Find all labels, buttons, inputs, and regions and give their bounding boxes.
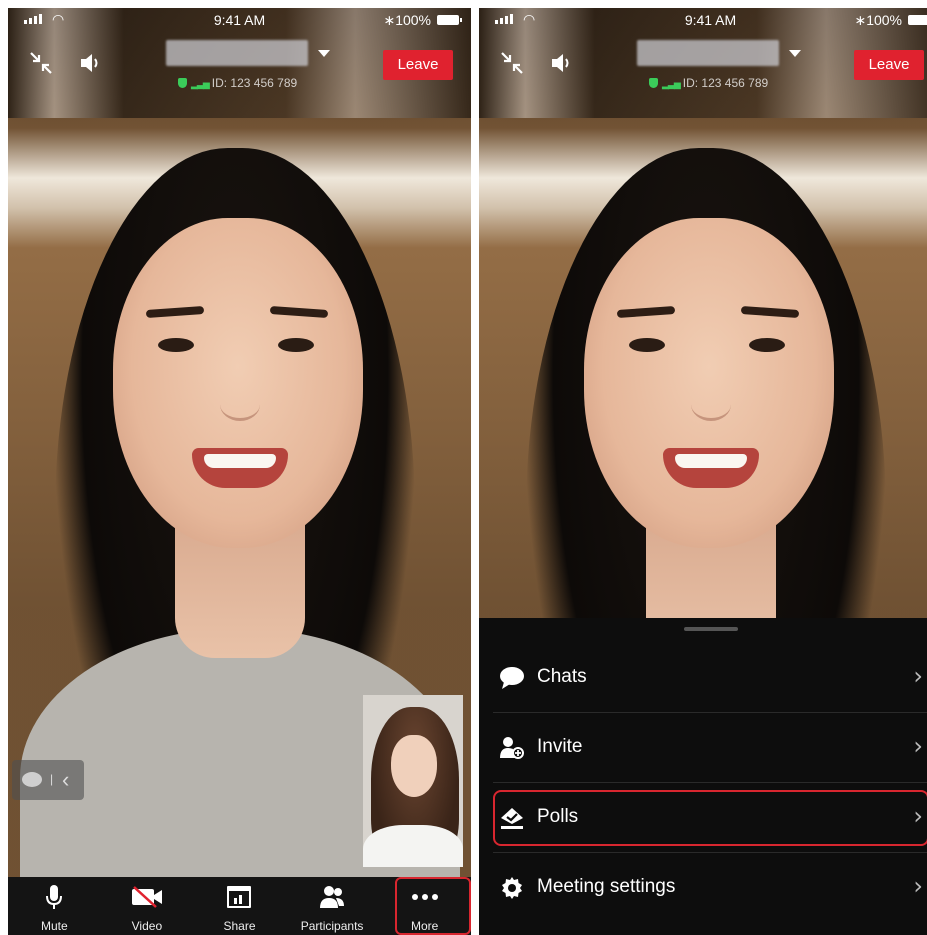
battery-icon	[908, 15, 927, 25]
meeting-id: ▂▃▅ ID: 123 456 789	[178, 76, 297, 90]
video-button[interactable]: Video	[101, 877, 194, 935]
remote-participant-face	[583, 218, 834, 548]
mute-button[interactable]: Mute	[8, 877, 101, 935]
eye	[278, 338, 314, 352]
divider	[493, 852, 927, 853]
menu-item-label: Chats	[537, 666, 587, 687]
share-button[interactable]: Share	[193, 877, 286, 935]
share-screen-icon	[193, 883, 286, 911]
leave-button[interactable]: Leave	[383, 50, 453, 80]
eye	[629, 338, 665, 352]
leave-button[interactable]: Leave	[854, 50, 924, 80]
chevron-down-icon[interactable]	[789, 50, 801, 57]
battery-icon	[437, 15, 462, 25]
status-bar: ◠ 9:41 AM ∗100%	[479, 8, 927, 32]
battery-percent: ∗100%	[854, 12, 902, 28]
nose	[219, 388, 260, 421]
participants-icon	[286, 883, 379, 911]
meeting-id-text: ID: 123 456 789	[211, 76, 298, 90]
share-label: Share	[223, 919, 256, 933]
menu-item-chats[interactable]: Chats ›	[493, 648, 927, 708]
separator: |	[50, 772, 54, 786]
meeting-screen-right: ◠ 9:41 AM ∗100% ▂▃▅ ID: 123 456 789 Leave…	[479, 8, 927, 935]
meeting-id-text: ID: 123 456 789	[682, 76, 769, 90]
gear-icon	[499, 876, 525, 900]
meeting-title[interactable]	[166, 40, 308, 66]
shield-icon	[649, 78, 658, 88]
participants-label: Participants	[300, 919, 364, 933]
divider	[493, 712, 927, 713]
chat-preview-toggle[interactable]: | ‹	[12, 760, 84, 800]
sheet-handle[interactable]	[683, 627, 738, 631]
battery-percent: ∗100%	[383, 12, 431, 28]
self-body	[363, 825, 463, 867]
mute-label: Mute	[40, 919, 68, 933]
self-face	[391, 735, 437, 797]
menu-item-label: Meeting settings	[537, 876, 676, 897]
speaker-icon[interactable]	[78, 50, 104, 82]
chat-icon	[22, 772, 42, 787]
network-icon: ▂▃▅	[662, 79, 681, 89]
menu-item-label: Invite	[537, 736, 583, 757]
minimize-icon[interactable]	[499, 50, 525, 82]
meeting-toolbar: Mute Video Share Participants More	[8, 877, 471, 935]
mouth	[662, 448, 759, 488]
eye	[749, 338, 785, 352]
divider	[493, 782, 927, 783]
polls-highlight	[493, 790, 927, 846]
shield-icon	[178, 78, 187, 88]
minimize-icon[interactable]	[28, 50, 54, 82]
meeting-title[interactable]	[637, 40, 779, 66]
eye	[158, 338, 194, 352]
chat-icon	[499, 666, 525, 690]
chevron-right-icon: ›	[913, 662, 923, 690]
menu-item-meeting-settings[interactable]: Meeting settings ›	[493, 858, 927, 918]
network-icon: ▂▃▅	[191, 79, 210, 89]
self-view[interactable]	[363, 695, 463, 867]
video-label: Video	[131, 919, 163, 933]
mouth	[191, 448, 288, 488]
add-user-icon	[499, 736, 525, 760]
speaker-icon[interactable]	[549, 50, 575, 82]
status-bar: ◠ 9:41 AM ∗100%	[8, 8, 471, 32]
battery-value: 100%	[866, 12, 902, 28]
microphone-icon	[8, 883, 101, 911]
participants-button[interactable]: Participants	[286, 877, 379, 935]
video-off-icon	[101, 883, 194, 911]
meeting-id: ▂▃▅ ID: 123 456 789	[649, 76, 768, 90]
nose	[690, 388, 731, 421]
menu-item-invite[interactable]: Invite ›	[493, 718, 927, 778]
battery-value: 100%	[395, 12, 431, 28]
chevron-left-icon: ‹	[62, 767, 70, 792]
more-highlight	[395, 877, 471, 935]
chevron-right-icon: ›	[913, 872, 923, 900]
chevron-right-icon: ›	[913, 732, 923, 760]
remote-participant-face	[112, 218, 363, 548]
chevron-down-icon[interactable]	[318, 50, 330, 57]
meeting-screen-left: ◠ 9:41 AM ∗100% ▂▃▅ ID: 123 456 789 Leave…	[8, 8, 471, 935]
